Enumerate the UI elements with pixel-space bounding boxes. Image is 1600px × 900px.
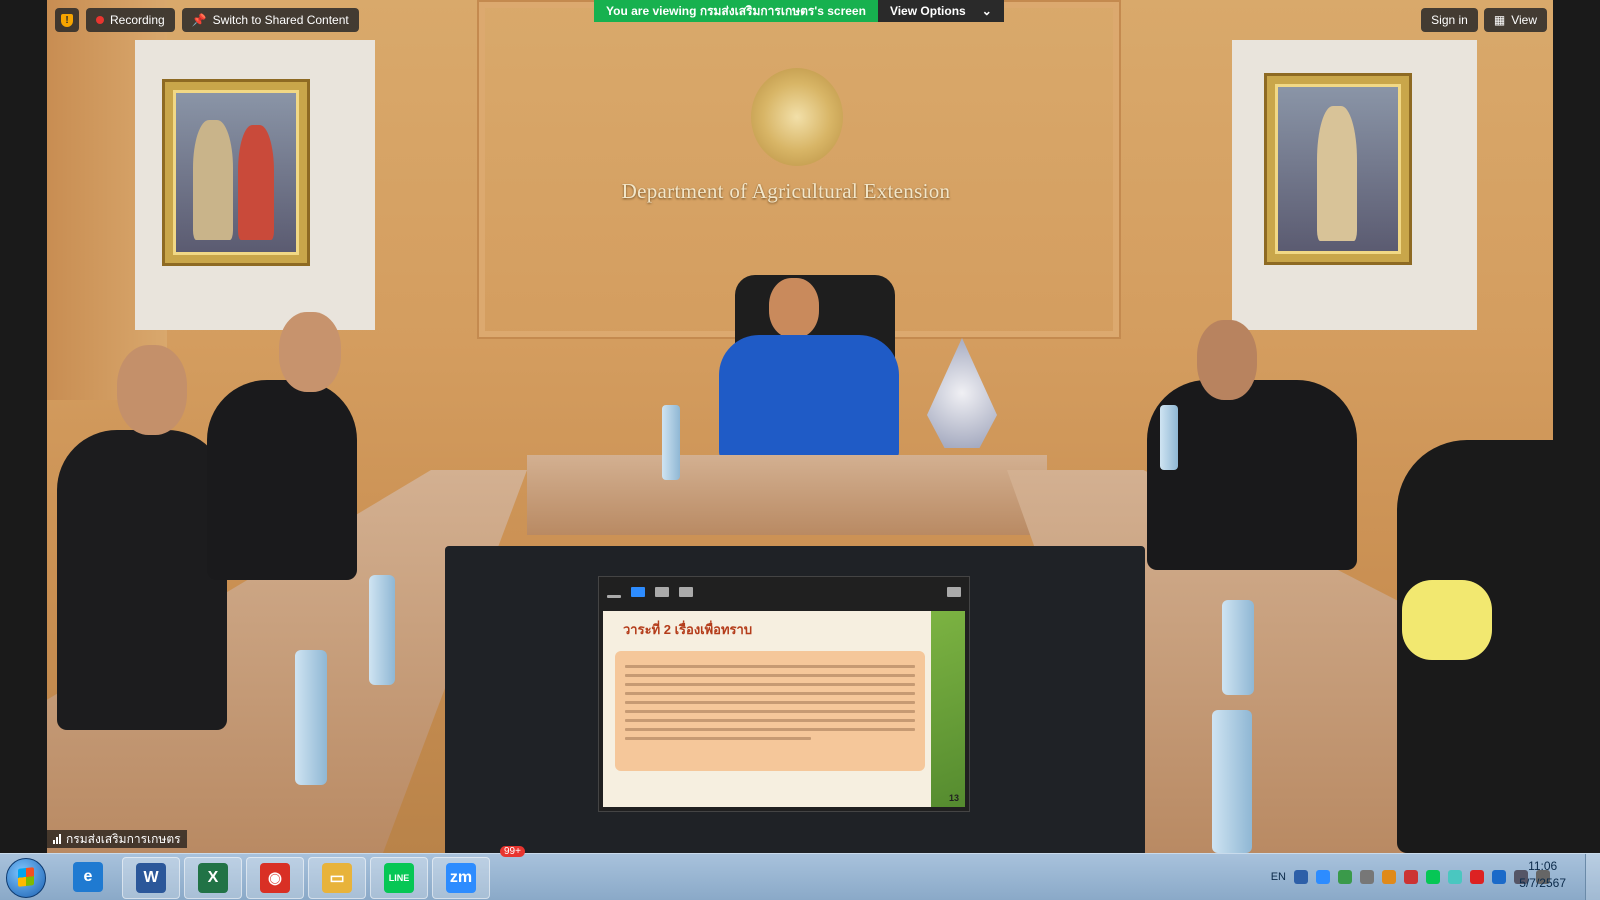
- slide-decoration: [931, 611, 965, 807]
- network-tray-icon[interactable]: [1360, 870, 1374, 884]
- cloud-tray-icon[interactable]: [1448, 870, 1462, 884]
- taskbar-app-internet-explorer[interactable]: e: [60, 857, 116, 897]
- switch-shared-content-button[interactable]: 📌 Switch to Shared Content: [181, 8, 359, 32]
- exit-fullscreen-icon[interactable]: [947, 587, 961, 597]
- slide-content-box: [615, 651, 925, 771]
- shared-screen-window: วาระที่ 2 เรื่องเพื่อทราบ 13: [598, 576, 970, 812]
- help-icon[interactable]: [1294, 870, 1308, 884]
- taskbar-app-chrome[interactable]: ◉: [246, 857, 304, 899]
- zoom-tray-icon[interactable]: [1316, 870, 1330, 884]
- antivirus-tray-icon[interactable]: [1404, 870, 1418, 884]
- system-clock[interactable]: 11:06 5/7/2567: [1519, 858, 1566, 892]
- slide-title: วาระที่ 2 เรื่องเพื่อทราบ: [623, 622, 753, 637]
- water-bottle: [1160, 405, 1178, 470]
- water-bottle: [1212, 710, 1252, 853]
- record-dot-icon: [96, 16, 104, 24]
- zoom-icon: zm: [446, 863, 476, 893]
- excel-icon: X: [198, 863, 228, 893]
- recording-label: Recording: [110, 13, 165, 27]
- pin-icon: 📌: [191, 13, 207, 27]
- switch-shared-content-label: Switch to Shared Content: [212, 13, 349, 27]
- portrait-left: [165, 82, 307, 263]
- language-indicator[interactable]: EN: [1271, 871, 1286, 883]
- security-shield-icon[interactable]: !: [55, 8, 79, 32]
- shared-slide: วาระที่ 2 เรื่องเพื่อทราบ 13: [603, 611, 965, 807]
- security-tray-icon[interactable]: [1338, 870, 1352, 884]
- crest-icon: [927, 338, 997, 448]
- taskbar-app-excel[interactable]: X: [184, 857, 242, 899]
- line-tray-icon[interactable]: [1426, 870, 1440, 884]
- room-plaque: Department of Agricultural Extension: [621, 179, 951, 203]
- head-table: [527, 455, 1047, 535]
- show-desktop-button[interactable]: [1585, 854, 1600, 900]
- participant-left-2: [207, 380, 357, 580]
- participant-name-tag: กรมส่งเสริมการเกษตร: [47, 830, 187, 848]
- taskbar-app-file-explorer[interactable]: ▭: [308, 857, 366, 899]
- speaker-view-icon[interactable]: [631, 587, 645, 597]
- view-button[interactable]: ▦ View: [1483, 8, 1547, 32]
- chrome-icon: ◉: [260, 863, 290, 893]
- participant-right-1-head: [1197, 320, 1257, 400]
- participant-left-1-head: [117, 345, 187, 435]
- app-tray-icon[interactable]: [1382, 870, 1396, 884]
- taskbar-app-zoom[interactable]: zm: [432, 857, 490, 899]
- participant-right-1: [1147, 380, 1357, 570]
- word-icon: W: [136, 863, 166, 893]
- side-by-side-icon[interactable]: [655, 587, 669, 597]
- windows-taskbar: e W X ◉ ▭ LINE zm 99+ EN 11:06 5/7/2567: [0, 846, 1600, 900]
- top-right-controls: Sign in ▦ View: [1421, 8, 1547, 32]
- minimize-icon[interactable]: [607, 594, 621, 598]
- chevron-down-icon: ⌄: [981, 4, 992, 18]
- grid-icon: ▦: [1493, 13, 1506, 27]
- portrait-right: [1267, 76, 1409, 262]
- signal-icon: [53, 834, 61, 844]
- bluetooth-icon[interactable]: [1492, 870, 1506, 884]
- participant-left-2-head: [279, 312, 341, 392]
- shared-screen-toolbar: [599, 577, 969, 607]
- sign-in-button[interactable]: Sign in: [1421, 8, 1478, 32]
- pdf-tray-icon[interactable]: [1470, 870, 1484, 884]
- start-button[interactable]: [6, 858, 46, 898]
- taskbar-app-line[interactable]: LINE: [370, 857, 428, 899]
- viewing-banner: You are viewing กรมส่งเสริมการเกษตร 's s…: [594, 0, 1004, 22]
- line-icon: LINE: [384, 863, 414, 893]
- notification-badge: 99+: [500, 846, 525, 857]
- recording-indicator[interactable]: Recording: [86, 8, 175, 32]
- water-bottle: [662, 405, 680, 480]
- chairperson: [719, 335, 899, 460]
- view-options-button[interactable]: View Options ⌄: [877, 0, 1004, 22]
- windows-logo-icon: [18, 867, 34, 887]
- participant-right-3: [1402, 580, 1492, 660]
- gallery-view-icon[interactable]: [679, 587, 693, 597]
- participant-left-1: [57, 430, 227, 730]
- water-bottle: [1222, 600, 1254, 695]
- system-tray: EN: [1271, 854, 1550, 900]
- water-bottle: [369, 575, 395, 685]
- video-feed: Department of Agricultural Extension วาร…: [47, 0, 1553, 853]
- clock-time: 11:06: [1528, 859, 1558, 873]
- clock-date: 5/7/2567: [1519, 876, 1566, 890]
- water-bottle: [295, 650, 327, 785]
- presenter-name: กรมส่งเสริมการเกษตร: [699, 3, 815, 18]
- chairperson-head: [769, 278, 819, 338]
- taskbar-app-word[interactable]: W: [122, 857, 180, 899]
- slide-page-number: 13: [948, 793, 959, 803]
- viewing-notice: You are viewing กรมส่งเสริมการเกษตร 's s…: [594, 0, 878, 22]
- file-explorer-icon: ▭: [322, 863, 352, 893]
- meeting-status-bar: ! Recording 📌 Switch to Shared Content: [55, 8, 359, 32]
- internet-explorer-icon: e: [73, 862, 103, 892]
- emblem-icon: [751, 68, 843, 166]
